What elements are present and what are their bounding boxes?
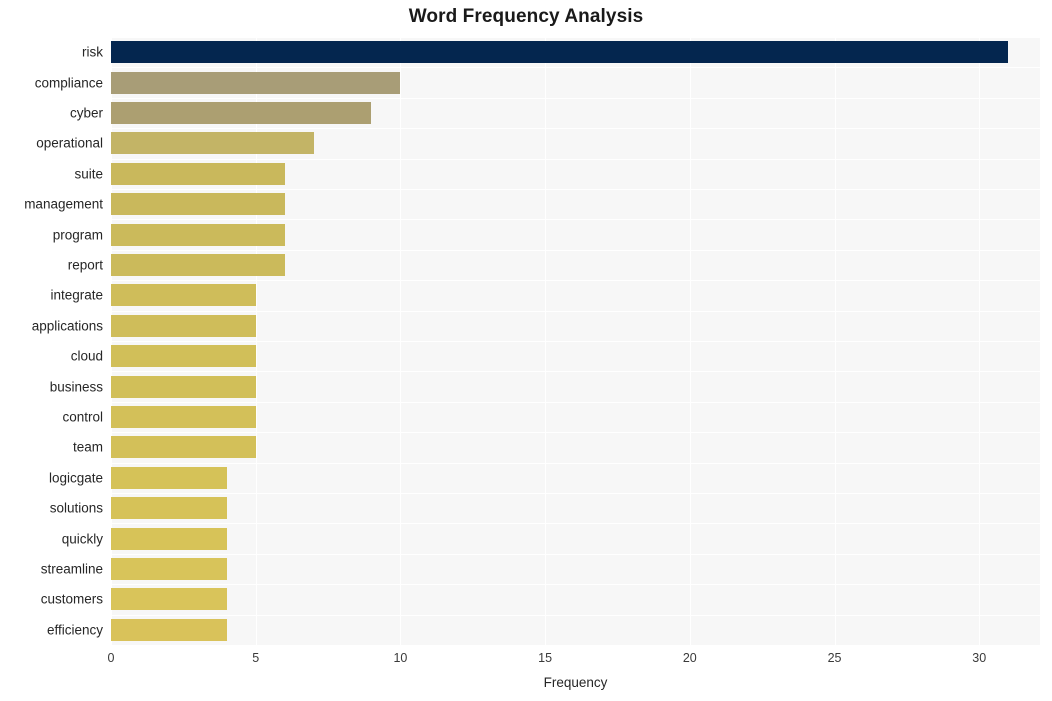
x-tick-label-30: 30 xyxy=(972,651,987,665)
x-tick-label-25: 25 xyxy=(827,651,842,665)
x-axis-tick-labels: 0 5 10 15 20 25 30 xyxy=(0,0,1052,701)
word-frequency-chart: Word Frequency Analysis risk compliance cy… xyxy=(0,0,1052,701)
x-tick-label-15: 15 xyxy=(538,651,553,665)
x-axis-title: Frequency xyxy=(543,675,608,690)
x-tick-label-20: 20 xyxy=(682,651,697,665)
x-tick-label-5: 5 xyxy=(252,651,260,665)
x-tick-label-10: 10 xyxy=(393,651,408,665)
x-tick-label-0: 0 xyxy=(107,651,115,665)
